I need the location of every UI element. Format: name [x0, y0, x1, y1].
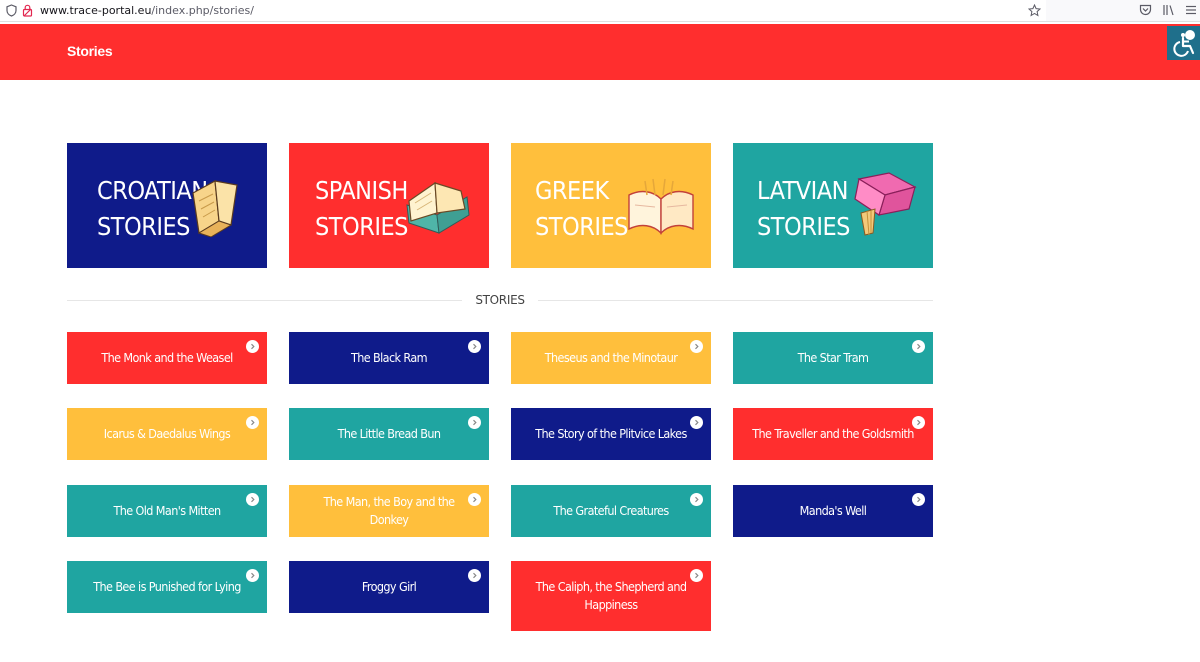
category-card-spanish[interactable]: SPANISH STORIES	[289, 143, 489, 268]
book-icon	[192, 180, 238, 237]
category-card-croatian[interactable]: CROATIAN STORIES	[67, 143, 267, 268]
site-header: Stories	[0, 24, 1200, 80]
chevron-right-icon[interactable]	[690, 340, 703, 353]
chevron-right-icon[interactable]	[246, 416, 259, 429]
wheelchair-icon	[1172, 30, 1195, 57]
browser-toolbar: www.trace-portal.eu/index.php/stories/	[0, 0, 1200, 22]
divider-right	[538, 300, 933, 301]
story-tile[interactable]: The Grateful Creatures	[511, 485, 711, 537]
story-title: The Grateful Creatures	[553, 503, 669, 518]
story-title: The Bee is Punished for Lying	[93, 579, 241, 594]
chevron-right-icon[interactable]	[246, 340, 259, 353]
category-title: SPANISH STORIES	[315, 173, 408, 245]
story-title: The Star Tram	[797, 350, 869, 365]
url-path: /index.php/stories/	[151, 4, 254, 17]
chevron-right-icon[interactable]	[912, 340, 925, 353]
story-tile[interactable]: The Little Bread Bun	[289, 408, 489, 460]
category-card-greek[interactable]: GREEK STORIES	[511, 143, 711, 268]
chevron-right-icon[interactable]	[690, 569, 703, 582]
story-title: The Monk and the Weasel	[101, 350, 233, 365]
story-tile[interactable]: The Black Ram	[289, 332, 489, 384]
story-tile[interactable]: The Traveller and the Goldsmith	[733, 408, 933, 460]
chevron-right-icon[interactable]	[912, 493, 925, 506]
book-icon	[854, 172, 917, 236]
url-text[interactable]: www.trace-portal.eu/index.php/stories/	[40, 4, 254, 17]
category-title-line2: STORIES	[97, 212, 190, 241]
story-title: The Old Man's Mitten	[113, 503, 221, 518]
chevron-right-icon[interactable]	[690, 493, 703, 506]
pocket-icon[interactable]	[1137, 2, 1153, 18]
story-title: The Man, the Boy and the Donkey	[323, 494, 456, 527]
story-tile[interactable]: The Story of the Plitvice Lakes	[511, 408, 711, 460]
category-title-line2: STORIES	[315, 212, 408, 241]
category-title: GREEK STORIES	[535, 173, 628, 245]
story-tile[interactable]: The Old Man's Mitten	[67, 485, 267, 537]
story-tile[interactable]: Manda's Well	[733, 485, 933, 537]
category-title-line2: STORIES	[535, 212, 628, 241]
category-title: LATVIAN STORIES	[757, 173, 850, 245]
story-tile[interactable]: The Bee is Punished for Lying	[67, 561, 267, 613]
menu-icon[interactable]	[1183, 2, 1199, 18]
address-bar[interactable]: www.trace-portal.eu/index.php/stories/	[0, 0, 1046, 21]
category-title-line1: SPANISH	[315, 176, 408, 205]
story-title: Manda's Well	[799, 503, 867, 518]
story-title: The Little Bread Bun	[337, 426, 441, 441]
category-card-latvian[interactable]: LATVIAN STORIES	[733, 143, 933, 268]
divider-left	[67, 300, 462, 301]
library-icon[interactable]	[1161, 2, 1177, 18]
chevron-right-icon[interactable]	[468, 569, 481, 582]
chevron-right-icon[interactable]	[468, 493, 481, 506]
story-title: The Black Ram	[350, 350, 428, 365]
story-title: The Traveller and the Goldsmith	[752, 426, 914, 441]
category-title-line1: LATVIAN	[757, 176, 848, 205]
book-icon	[628, 178, 694, 235]
bookmark-star-icon[interactable]	[1026, 2, 1042, 18]
url-domain: www.trace-portal.eu	[40, 4, 152, 17]
category-title-line1: GREEK	[535, 176, 609, 205]
story-tile[interactable]: Theseus and the Minotaur	[511, 332, 711, 384]
story-tile[interactable]: The Monk and the Weasel	[67, 332, 267, 384]
shield-icon[interactable]	[3, 2, 19, 18]
story-title: Froggy Girl	[361, 579, 417, 594]
lock-icon[interactable]	[19, 2, 35, 18]
category-title-line2: STORIES	[757, 212, 850, 241]
story-tile[interactable]: The Star Tram	[733, 332, 933, 384]
page-title: Stories	[67, 43, 113, 59]
chevron-right-icon[interactable]	[246, 569, 259, 582]
story-title: The Story of the Plitvice Lakes	[535, 426, 687, 441]
story-title: The Caliph, the Shepherd and Happiness	[535, 579, 687, 612]
chevron-right-icon[interactable]	[246, 493, 259, 506]
story-title: Icarus & Daedalus Wings	[103, 426, 231, 441]
story-title: Theseus and the Minotaur	[544, 350, 678, 365]
story-tile[interactable]: Froggy Girl	[289, 561, 489, 613]
chevron-right-icon[interactable]	[912, 416, 925, 429]
chevron-right-icon[interactable]	[468, 340, 481, 353]
story-tile[interactable]: Icarus & Daedalus Wings	[67, 408, 267, 460]
chevron-right-icon[interactable]	[690, 416, 703, 429]
story-tile[interactable]: The Man, the Boy and the Donkey	[289, 485, 489, 537]
story-tile[interactable]: The Caliph, the Shepherd and Happiness	[511, 561, 711, 631]
section-heading: STORIES	[475, 293, 525, 307]
accessibility-button[interactable]	[1167, 26, 1200, 60]
book-icon	[406, 181, 470, 234]
chevron-right-icon[interactable]	[468, 416, 481, 429]
